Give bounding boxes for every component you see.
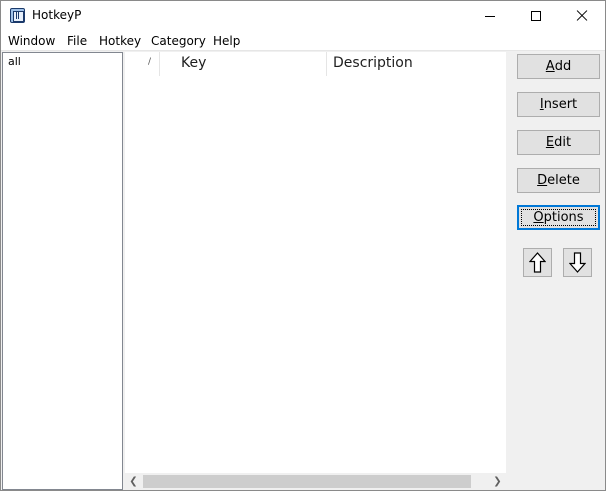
- edit-label: dit: [554, 135, 572, 150]
- horizontal-scrollbar[interactable]: ❮ ❯: [125, 473, 506, 490]
- minimize-button[interactable]: [467, 1, 513, 31]
- list-header: / Key Description: [125, 52, 506, 76]
- move-up-button[interactable]: [523, 248, 552, 277]
- column-description-label: Description: [333, 55, 413, 71]
- column-marker-label: /: [148, 57, 152, 67]
- maximize-button[interactable]: [513, 1, 559, 31]
- column-key-label: Key: [181, 55, 207, 71]
- menu-file[interactable]: File: [67, 34, 87, 48]
- menu-window[interactable]: Window: [8, 34, 55, 48]
- options-mnemonic: O: [533, 210, 544, 225]
- window-title: HotkeyP: [32, 8, 82, 22]
- delete-mnemonic: D: [537, 173, 548, 188]
- close-icon: [576, 10, 588, 22]
- app-window: HotkeyP Window File Hotkey Category Help…: [0, 0, 606, 491]
- edit-button[interactable]: Edit: [517, 130, 600, 155]
- menu-category[interactable]: Category: [151, 34, 206, 48]
- add-button[interactable]: Add: [517, 54, 600, 79]
- arrow-up-icon: [529, 252, 546, 273]
- button-panel: Add Insert Edit Delete Options: [507, 52, 605, 490]
- category-item-all[interactable]: all: [8, 55, 21, 68]
- arrow-down-icon: [569, 252, 586, 273]
- delete-label: elete: [547, 173, 580, 188]
- options-button[interactable]: Options: [517, 205, 600, 230]
- add-label: dd: [554, 59, 572, 74]
- menu-bar: Window File Hotkey Category Help: [1, 31, 605, 51]
- column-header-key[interactable]: Key: [175, 52, 327, 76]
- edit-mnemonic: E: [545, 135, 555, 150]
- app-icon[interactable]: [10, 8, 25, 23]
- title-bar[interactable]: HotkeyP: [1, 1, 605, 31]
- delete-button[interactable]: Delete: [517, 168, 600, 193]
- insert-label: nsert: [543, 97, 578, 112]
- hotkey-list[interactable]: / Key Description ❮ ❯: [125, 52, 506, 490]
- move-down-button[interactable]: [563, 248, 592, 277]
- chevron-left-icon: ❮: [129, 476, 138, 487]
- column-header-description[interactable]: Description: [327, 52, 506, 76]
- options-label: ptions: [543, 210, 584, 225]
- add-mnemonic: A: [545, 59, 555, 74]
- insert-button[interactable]: Insert: [517, 92, 600, 117]
- chevron-right-icon: ❯: [493, 476, 502, 487]
- close-button[interactable]: [559, 1, 605, 31]
- scroll-thumb[interactable]: [143, 475, 471, 488]
- menu-hotkey[interactable]: Hotkey: [99, 34, 141, 48]
- category-tree[interactable]: all: [2, 52, 123, 490]
- maximize-icon: [531, 11, 541, 21]
- minimize-icon: [485, 15, 495, 17]
- scroll-right-button[interactable]: ❯: [489, 473, 506, 490]
- scroll-left-button[interactable]: ❮: [125, 473, 142, 490]
- menu-help[interactable]: Help: [213, 34, 240, 48]
- column-header-marker[interactable]: /: [139, 52, 160, 76]
